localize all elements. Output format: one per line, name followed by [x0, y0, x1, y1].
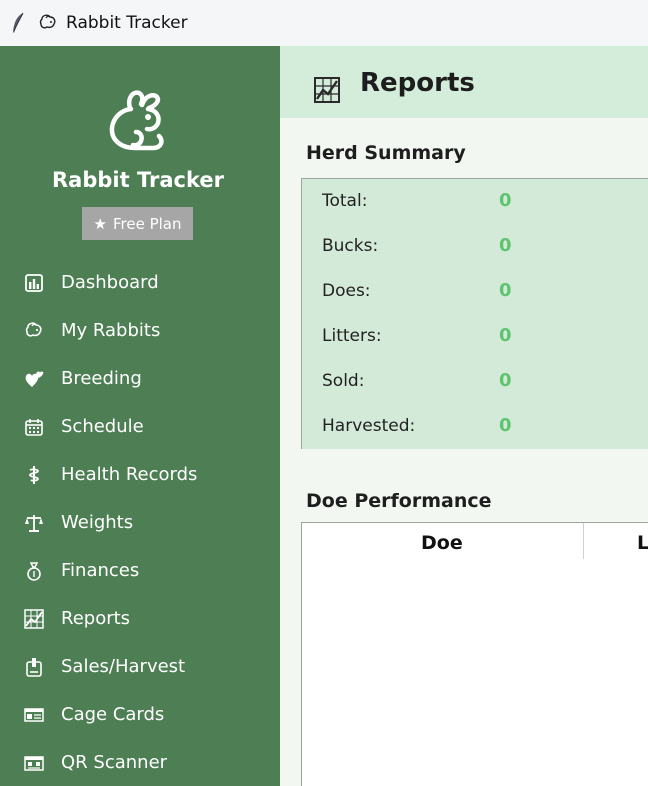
- column-header-doe[interactable]: Doe: [421, 532, 463, 554]
- stat-label: Harvested:: [322, 416, 416, 436]
- stat-label: Total:: [322, 191, 368, 211]
- sidebar: Rabbit Tracker ★ Free Plan Dashboard My …: [0, 46, 280, 786]
- window-title: Rabbit Tracker: [66, 13, 188, 33]
- page-header: Reports: [280, 46, 648, 118]
- stat-value: 0: [499, 190, 512, 211]
- summary-row-total: Total: 0: [302, 179, 648, 224]
- stat-value: 0: [499, 280, 512, 301]
- sidebar-item-my-rabbits[interactable]: My Rabbits: [0, 307, 280, 355]
- sidebar-item-qr-scanner[interactable]: QR Scanner: [0, 739, 280, 786]
- feather-icon: [10, 12, 26, 34]
- rabbit-head-icon: [38, 13, 58, 33]
- sidebar-item-schedule[interactable]: Schedule: [0, 403, 280, 451]
- sidebar-item-finances[interactable]: Finances: [0, 547, 280, 595]
- sidebar-item-label: Health Records: [61, 464, 198, 485]
- herd-summary-title: Herd Summary: [306, 142, 466, 164]
- main-content: Reports Herd Summary Total: 0 Bucks: 0 D…: [280, 46, 648, 786]
- hearts-icon: [24, 369, 44, 389]
- sidebar-item-dashboard[interactable]: Dashboard: [0, 259, 280, 307]
- stat-value: 0: [499, 370, 512, 391]
- brand-name: Rabbit Tracker: [52, 168, 224, 192]
- rabbit-head-icon: [24, 321, 44, 341]
- sidebar-item-label: Finances: [61, 560, 140, 581]
- doe-performance-table[interactable]: Doe L: [301, 522, 648, 786]
- sidebar-item-weights[interactable]: Weights: [0, 499, 280, 547]
- sidebar-item-label: Schedule: [61, 416, 144, 437]
- sidebar-item-reports[interactable]: Reports: [0, 595, 280, 643]
- id-card-icon: [24, 705, 44, 725]
- scale-icon: [24, 513, 44, 533]
- column-divider[interactable]: [583, 523, 584, 559]
- medical-icon: [24, 465, 44, 485]
- money-bag-icon: [24, 561, 44, 581]
- stat-value: 0: [499, 415, 512, 436]
- sidebar-item-label: Sales/Harvest: [61, 656, 186, 677]
- sidebar-item-label: Cage Cards: [61, 704, 165, 725]
- sidebar-item-label: Reports: [61, 608, 131, 629]
- calendar-icon: [24, 417, 44, 437]
- table-header: Doe L: [302, 523, 648, 561]
- sidebar-item-breeding[interactable]: Breeding: [0, 355, 280, 403]
- plan-badge[interactable]: ★ Free Plan: [82, 207, 193, 240]
- stat-label: Bucks:: [322, 236, 379, 256]
- stat-label: Does:: [322, 281, 371, 301]
- sidebar-item-sales-harvest[interactable]: Sales/Harvest: [0, 643, 280, 691]
- doe-performance-title: Doe Performance: [306, 490, 492, 512]
- stat-value: 0: [499, 325, 512, 346]
- column-header-l[interactable]: L: [637, 532, 648, 554]
- summary-row-harvested: Harvested: 0: [302, 404, 648, 449]
- sidebar-item-label: Dashboard: [61, 272, 159, 293]
- sidebar-item-health-records[interactable]: Health Records: [0, 451, 280, 499]
- sidebar-nav: Dashboard My Rabbits Breeding Schedule H…: [0, 259, 280, 786]
- app-window: Rabbit Tracker Rabbit Tracker ★ Free Pla…: [0, 0, 648, 786]
- summary-row-litters: Litters: 0: [302, 314, 648, 359]
- sidebar-item-cage-cards[interactable]: Cage Cards: [0, 691, 280, 739]
- herd-summary-panel: Total: 0 Bucks: 0 Does: 0 Litters: 0 Sol…: [301, 178, 648, 449]
- summary-row-sold: Sold: 0: [302, 359, 648, 404]
- sidebar-item-label: My Rabbits: [61, 320, 161, 341]
- summary-row-bucks: Bucks: 0: [302, 224, 648, 269]
- stat-label: Litters:: [322, 326, 382, 346]
- rabbit-icon: [103, 88, 173, 154]
- qr-scanner-icon: [24, 753, 44, 773]
- reports-icon: [24, 609, 44, 629]
- summary-row-does: Does: 0: [302, 269, 648, 314]
- title-bar: Rabbit Tracker: [0, 0, 648, 46]
- sidebar-item-label: Weights: [61, 512, 134, 533]
- bar-chart-icon: [24, 273, 44, 293]
- star-icon: ★: [93, 214, 107, 233]
- reports-icon: [314, 77, 340, 103]
- page-title: Reports: [360, 68, 475, 98]
- plan-badge-label: Free Plan: [112, 214, 182, 233]
- sidebar-item-label: QR Scanner: [61, 752, 168, 773]
- sidebar-item-label: Breeding: [61, 368, 142, 389]
- stat-label: Sold:: [322, 371, 365, 391]
- sales-icon: [24, 657, 44, 677]
- stat-value: 0: [499, 235, 512, 256]
